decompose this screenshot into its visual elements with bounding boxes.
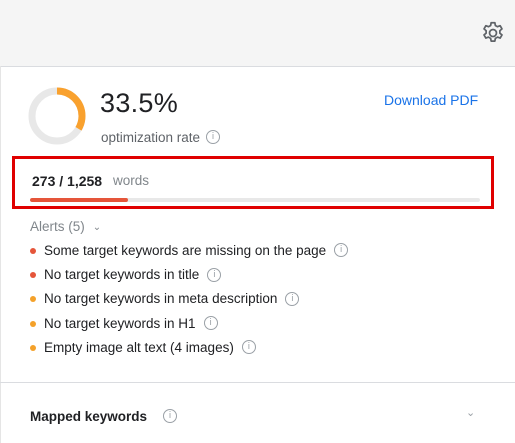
info-icon[interactable]: i — [334, 243, 349, 258]
alerts-toggle[interactable]: Alerts (5) ⌄ — [30, 219, 101, 234]
error-dot-icon — [30, 272, 36, 279]
panel-border — [0, 66, 1, 443]
alert-text: No target keywords in title — [44, 267, 200, 283]
alert-text: Some target keywords are missing on the … — [44, 243, 327, 258]
info-icon[interactable]: i — [206, 130, 221, 145]
error-dot-icon — [30, 248, 36, 254]
alert-item: No target keywords in title i — [30, 266, 348, 290]
warning-dot-icon — [30, 344, 36, 351]
info-icon[interactable]: i — [203, 316, 218, 330]
chevron-down-icon: ⌄ — [92, 222, 102, 233]
optimization-donut-chart — [28, 87, 86, 145]
optimization-rate-label: optimization rate i — [101, 130, 221, 145]
alerts-list: Some target keywords are missing on the … — [30, 242, 349, 363]
chevron-down-icon[interactable]: ⌄ — [466, 406, 475, 419]
alert-item: No target keywords in H1 i — [30, 315, 348, 339]
alert-item: No target keywords in meta description i — [30, 290, 348, 314]
alert-item: Some target keywords are missing on the … — [30, 242, 349, 266]
mapped-keywords-label: Mapped keywords — [30, 409, 148, 424]
warning-dot-icon — [30, 296, 36, 303]
word-count-panel: 273 / 1,258 words — [12, 156, 494, 209]
alerts-header-label: Alerts (5) — [30, 219, 85, 234]
alert-text: Empty image alt text (4 images) — [44, 339, 234, 355]
word-count-progress-fill — [30, 198, 128, 202]
info-icon[interactable]: i — [163, 409, 178, 424]
alert-text: No target keywords in H1 — [44, 315, 196, 331]
word-count-value: 273 / 1,258 — [32, 173, 103, 189]
toolbar — [0, 0, 515, 67]
info-icon[interactable]: i — [241, 340, 256, 355]
download-pdf-link[interactable]: Download PDF — [384, 92, 478, 108]
info-icon[interactable]: i — [207, 267, 222, 282]
word-count-progress-bar — [30, 198, 480, 202]
gear-icon[interactable] — [480, 20, 506, 46]
word-count-label: words — [113, 173, 150, 188]
info-icon[interactable]: i — [285, 291, 300, 306]
section-divider — [0, 382, 515, 383]
alert-text: No target keywords in meta description — [44, 291, 278, 307]
mapped-keywords-toggle[interactable]: Mapped keywords i — [30, 409, 178, 424]
warning-dot-icon — [30, 320, 36, 327]
optimization-rate-label-text: optimization rate — [101, 130, 201, 145]
alert-item: Empty image alt text (4 images) i — [30, 339, 348, 363]
optimization-rate-value: 33.5% — [100, 88, 179, 118]
